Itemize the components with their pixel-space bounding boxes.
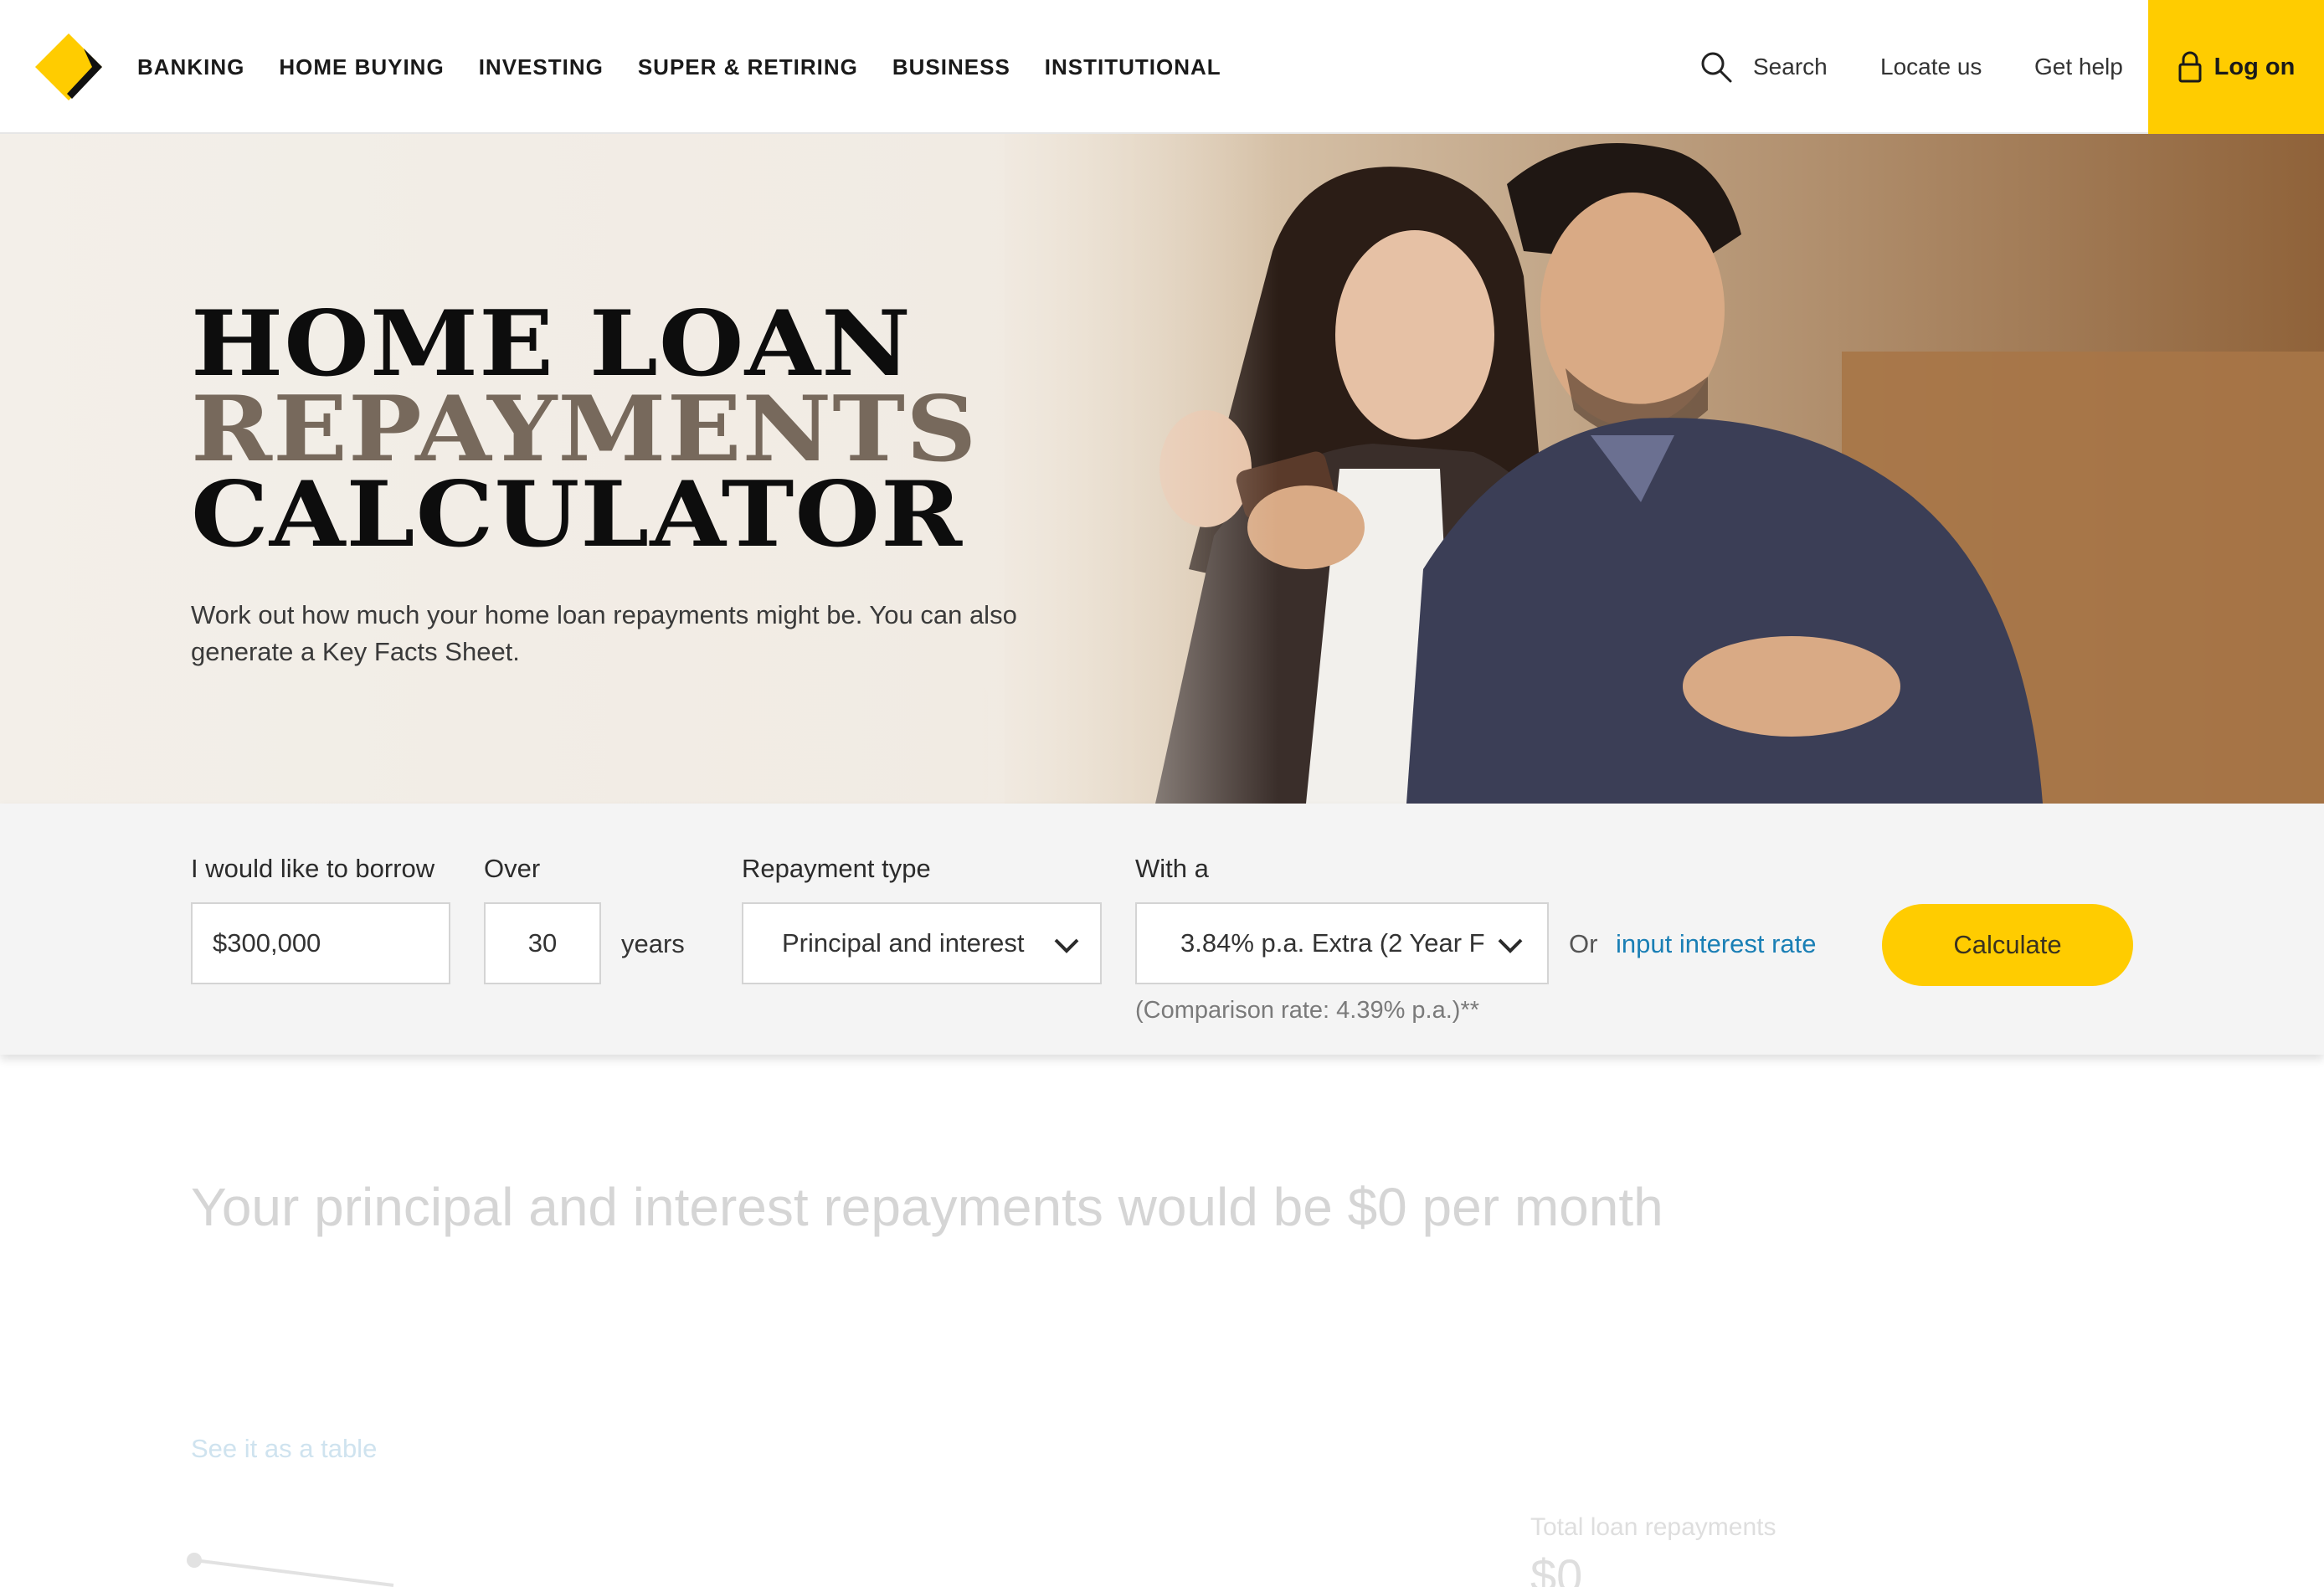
nav-business[interactable]: BUSINESS <box>892 54 1010 80</box>
nav-institutional[interactable]: INSTITUTIONAL <box>1045 54 1221 80</box>
get-help-link[interactable]: Get help <box>2034 0 2123 134</box>
chart-line <box>193 1559 394 1587</box>
nav-home-buying[interactable]: HOME BUYING <box>279 54 444 80</box>
search-button[interactable]: Search <box>1699 0 1828 134</box>
nav-super-retiring[interactable]: SUPER & RETIRING <box>638 54 858 80</box>
calculate-button[interactable]: Calculate <box>1882 904 2133 986</box>
repayment-chart <box>187 1553 394 1587</box>
total-repayments-label: Total loan repayments <box>1530 1513 1776 1541</box>
repayment-type-label: Repayment type <box>742 854 931 883</box>
hero-banner: HOME LOAN REPAYMENTS CALCULATOR Work out… <box>0 134 2324 804</box>
nav-investing[interactable]: INVESTING <box>479 54 604 80</box>
input-interest-rate-link[interactable]: input interest rate <box>1616 929 1817 959</box>
repayment-type-select[interactable]: Principal and interest <box>742 902 1102 984</box>
title-line-2: REPAYMENTS <box>191 377 978 482</box>
main-nav: BANKING HOME BUYING INVESTING SUPER & RE… <box>137 0 1256 134</box>
search-label: Search <box>1753 54 1828 80</box>
title-line-3: CALCULATOR <box>191 462 964 568</box>
hero-subtitle: Work out how much your home loan repayme… <box>191 600 1017 666</box>
search-icon <box>1701 52 1732 83</box>
loan-term-input[interactable]: 30 <box>484 902 601 984</box>
locate-us-link[interactable]: Locate us <box>1880 0 1982 134</box>
years-unit-label: years <box>621 929 685 958</box>
interest-rate-value: 3.84% p.a. Extra (2 Year F <box>1180 928 1485 958</box>
chevron-down-icon <box>1497 937 1524 954</box>
interest-rate-select[interactable]: 3.84% p.a. Extra (2 Year F <box>1135 902 1549 984</box>
brand-logo[interactable] <box>33 32 104 102</box>
repayment-result-headline: Your principal and interest repayments w… <box>191 1177 1663 1237</box>
lock-icon <box>2178 51 2202 83</box>
site-header: BANKING HOME BUYING INVESTING SUPER & RE… <box>0 0 2324 134</box>
page-title: HOME LOAN REPAYMENTS CALCULATOR <box>191 291 978 568</box>
log-on-label: Log on <box>2213 53 2296 80</box>
or-label: Or <box>1569 929 1598 958</box>
chevron-down-icon <box>1054 938 1079 953</box>
total-repayments-value: $0 <box>1530 1549 1583 1587</box>
over-label: Over <box>484 854 541 883</box>
nav-banking[interactable]: BANKING <box>137 54 244 80</box>
log-on-button[interactable]: Log on <box>2148 0 2324 134</box>
see-as-table-link[interactable]: See it as a table <box>191 1434 377 1464</box>
borrow-amount-input[interactable]: $300,000 <box>191 902 450 984</box>
repayment-type-value: Principal and interest <box>782 928 1025 958</box>
comparison-rate-note: (Comparison rate: 4.39% p.a.)** <box>1135 997 1480 1024</box>
rate-label: With a <box>1135 854 1209 883</box>
borrow-label: I would like to borrow <box>191 854 435 883</box>
calculator-form: I would like to borrow $300,000 Over 30 … <box>0 804 2324 1055</box>
title-line-1: HOME LOAN <box>191 291 912 397</box>
